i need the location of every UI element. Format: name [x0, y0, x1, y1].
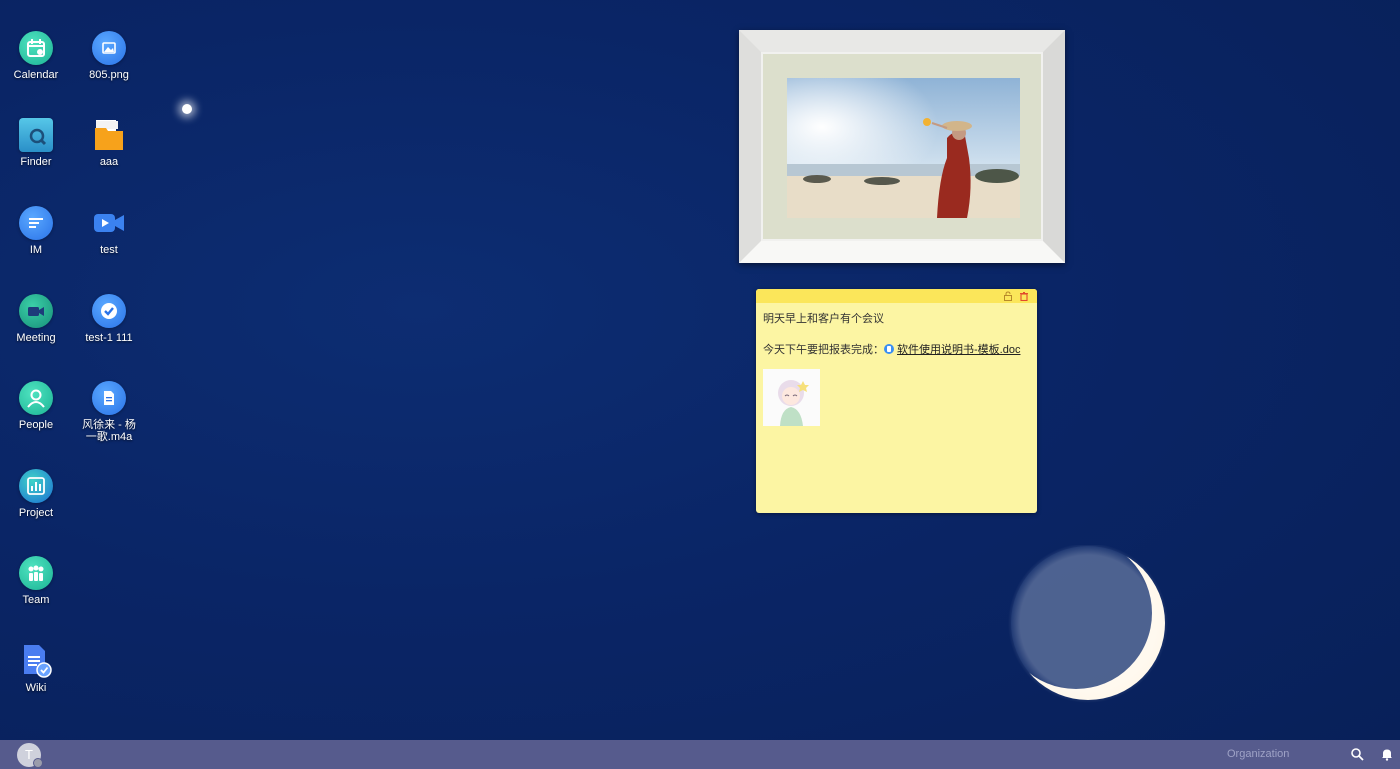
desktop-icon-people[interactable]: People	[1, 381, 71, 431]
audio-file-icon	[92, 381, 126, 415]
icon-label: aaa	[99, 156, 119, 168]
desktop-icon-805-png[interactable]: 805.png	[74, 31, 144, 81]
finder-icon	[19, 118, 53, 152]
note-line-prefix: 今天下午要把报表完成：	[763, 344, 884, 356]
crescent-moon	[1008, 545, 1168, 703]
icon-label: Wiki	[25, 682, 47, 694]
note-toolbar	[756, 289, 1037, 303]
desktop-icon-test-1-111[interactable]: test-1 111	[74, 294, 144, 344]
image-file-icon	[92, 31, 126, 65]
note-line-with-link: 今天下午要把报表完成： 软件使用说明书-模板.doc	[763, 343, 1030, 357]
organization-label[interactable]: Organization	[1227, 748, 1289, 760]
desktop-icon-finder[interactable]: Finder	[1, 118, 71, 168]
icon-label: IM	[29, 244, 43, 256]
desktop-icon-aaa[interactable]: aaa	[74, 118, 144, 168]
folder-icon	[92, 118, 126, 152]
icon-label: Calendar	[13, 69, 59, 81]
project-chart-icon	[19, 469, 53, 503]
trash-icon[interactable]	[1019, 291, 1029, 301]
icon-label: test	[100, 244, 118, 256]
icon-label: Team	[22, 594, 50, 606]
beach-photo	[787, 78, 1020, 218]
desktop-icon-team[interactable]: Team	[1, 556, 71, 606]
avatar-initial: T	[25, 747, 33, 762]
team-icon	[19, 556, 53, 590]
status-dot	[33, 758, 43, 768]
star	[182, 104, 192, 114]
task-check-icon	[92, 294, 126, 328]
note-content[interactable]: 明天早上和客户有个会议 今天下午要把报表完成： 软件使用说明书-模板.doc	[756, 303, 1037, 435]
person-icon	[19, 381, 53, 415]
user-avatar[interactable]: T	[17, 743, 43, 768]
desktop-icon-project[interactable]: Project	[1, 469, 71, 519]
sticker-image	[763, 369, 820, 426]
icon-label: 805.png	[89, 69, 129, 81]
wiki-doc-icon	[19, 644, 53, 678]
note-line: 明天早上和客户有个会议	[763, 313, 884, 325]
calendar-icon	[19, 31, 53, 65]
desktop-icon-test[interactable]: test	[74, 206, 144, 256]
video-meeting-icon	[19, 294, 53, 328]
icon-label: Meeting	[16, 332, 56, 344]
icon-label: Finder	[20, 156, 52, 168]
icon-label: 风徐来 - 杨一歌.m4a	[82, 419, 136, 443]
desktop-icon-im[interactable]: IM	[1, 206, 71, 256]
bell-icon[interactable]	[1380, 747, 1394, 761]
doc-attachment-link[interactable]: 软件使用说明书-模板.doc	[897, 344, 1020, 356]
chat-icon	[19, 206, 53, 240]
taskbar: T Organization	[0, 740, 1400, 769]
search-icon[interactable]	[1350, 747, 1364, 761]
desktop-icon-calendar[interactable]: Calendar	[1, 31, 71, 81]
desktop-icon-meeting[interactable]: Meeting	[1, 294, 71, 344]
desktop-icon-audio[interactable]: 风徐来 - 杨一歌.m4a	[74, 381, 144, 443]
desktop: Calendar Finder IM Meeting People Projec…	[0, 0, 1400, 740]
desktop-icon-wiki[interactable]: Wiki	[1, 644, 71, 694]
doc-file-icon	[884, 344, 894, 354]
video-file-icon	[92, 206, 126, 240]
sticky-note[interactable]: 明天早上和客户有个会议 今天下午要把报表完成： 软件使用说明书-模板.doc	[756, 289, 1037, 513]
photo-frame-widget[interactable]	[739, 30, 1065, 263]
lock-icon[interactable]	[1003, 291, 1013, 301]
icon-label: People	[18, 419, 54, 431]
icon-label: test-1 111	[85, 332, 133, 344]
icon-label: Project	[18, 507, 54, 519]
